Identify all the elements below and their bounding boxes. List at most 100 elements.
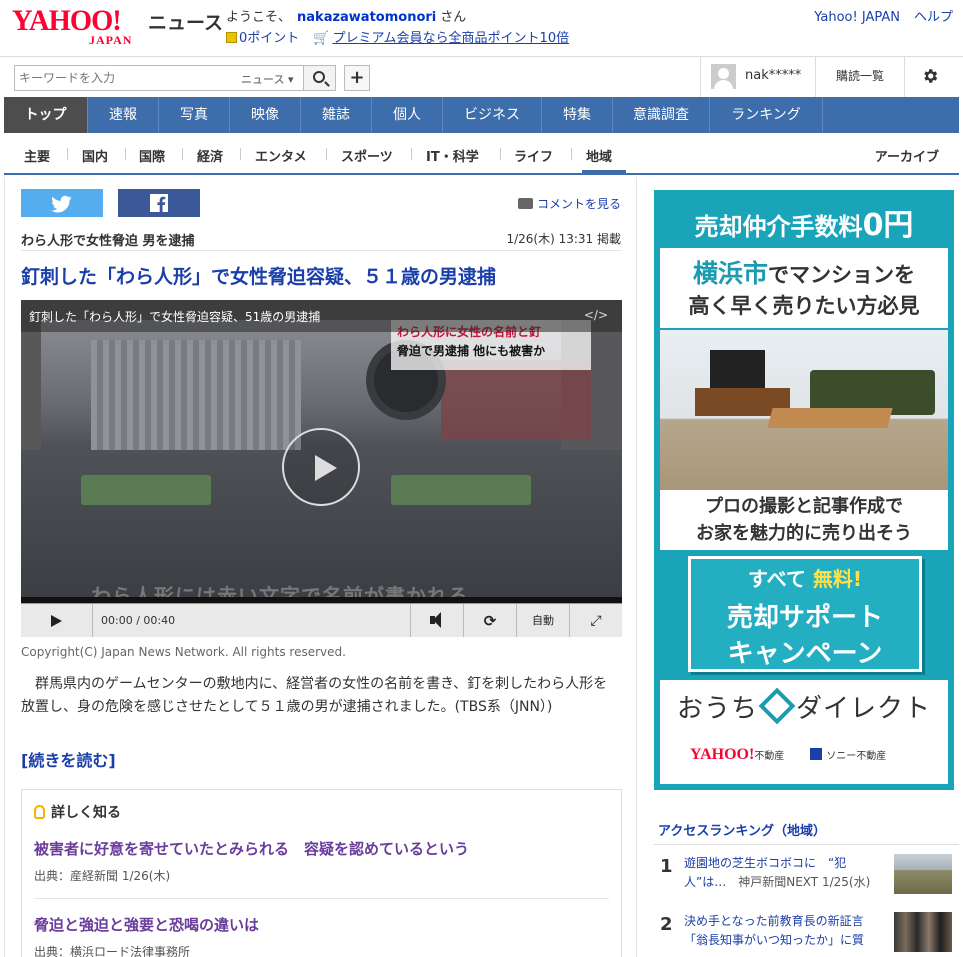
category-divider (411, 148, 412, 160)
tab-photos[interactable]: 写真 (159, 97, 230, 133)
category-life[interactable]: ライフ (514, 146, 553, 165)
ad-sponsor-yahoo: YAHOO! (690, 746, 755, 763)
learn-more-title-label: 詳しく知る (51, 805, 121, 821)
divider (21, 250, 622, 251)
twitter-icon (51, 195, 72, 213)
ranking-item[interactable]: 2 決め手となった前教育長の新証言「翁長知事がいつ知ったか」に質 (654, 908, 959, 957)
ad-message-panel: 横浜市でマンションを 高く早く売りたい方必見 (660, 248, 948, 328)
ranking-item[interactable]: 1 遊園地の芝生ボコボコに “犯人”は… 神戸新聞NEXT 1/25(水) (654, 850, 959, 906)
ranking-item-text[interactable]: 遊園地の芝生ボコボコに “犯人”は… 神戸新聞NEXT 1/25(水) (684, 854, 884, 892)
search-icon (313, 71, 325, 83)
main-nav: トップ 速報 写真 映像 雑誌 個人 ビジネス 特集 意識調査 ランキング (4, 97, 959, 133)
ad-brand-panel: おうち ダイレクト YAHOO!不動産 ソニー不動産 (660, 680, 948, 784)
tab-video[interactable]: 映像 (230, 97, 301, 133)
search-scope-select[interactable]: ニュース ▾ (241, 71, 293, 87)
learn-more-item-title[interactable]: 脅迫と強迫と強要と恐喝の違いは (34, 914, 609, 935)
search-input[interactable] (19, 69, 229, 87)
tab-top[interactable]: トップ (4, 97, 88, 133)
learn-more-item-source: 出典：横浜ロード法律事務所 (34, 945, 191, 957)
video-title-bar: 釘刺した「わら人形」で女性脅迫容疑、51歳の男逮捕 </> (21, 300, 622, 332)
ad-brand-left: おうち (676, 694, 758, 724)
search-button[interactable] (304, 65, 336, 91)
user-name[interactable]: nak***** (745, 68, 801, 83)
category-domestic[interactable]: 国内 (82, 146, 108, 165)
category-divider (67, 148, 68, 160)
welcome-suffix: さん (440, 10, 467, 25)
category-divider (571, 148, 572, 160)
category-entertainment[interactable]: エンタメ (255, 146, 307, 165)
twitter-share-button[interactable] (21, 189, 103, 217)
sidebar-ad-banner[interactable]: 売却仲介手数料0円 横浜市でマンションを 高く早く売りたい方必見 プロの撮影と記… (654, 190, 954, 790)
ad-photo-tv (710, 350, 765, 388)
learn-more-item[interactable]: 被害者に好意を寄せていたとみられる 容疑を認めているという 出典：産経新聞 1/… (34, 838, 609, 884)
category-main[interactable]: 主要 (24, 146, 50, 165)
divider (34, 898, 609, 899)
auto-quality-button[interactable]: 自動 (517, 604, 570, 637)
category-local[interactable]: 地域 (586, 146, 612, 165)
tab-business[interactable]: ビジネス (443, 97, 542, 133)
video-player[interactable]: わら人形に女性の名前と釘 脅迫で男逮捕 他にも被害か わら人形には赤い文字で名前… (21, 300, 622, 637)
ad-headline: 売却仲介手数料0円 (654, 200, 954, 244)
tab-individual[interactable]: 個人 (372, 97, 443, 133)
ad-sponsor-sony: ソニー不動産 (826, 751, 887, 762)
avatar[interactable] (711, 64, 736, 89)
category-economy[interactable]: 経済 (197, 146, 223, 165)
gear-icon[interactable] (921, 67, 939, 85)
ranking-thumbnail[interactable] (894, 854, 952, 894)
reading-list-link[interactable]: 購読一覧 (815, 57, 905, 97)
category-international[interactable]: 国際 (139, 146, 165, 165)
ranking-number: 2 (660, 914, 673, 935)
tab-survey[interactable]: 意識調査 (613, 97, 710, 133)
comments-link[interactable]: コメントを見る (517, 195, 621, 212)
ranking-item-source: 神戸新聞NEXT 1/25(水) (738, 875, 871, 889)
video-controls: 00:00 / 00:40 ⟳ 自動 ⤢ (21, 603, 622, 637)
fullscreen-icon[interactable]: ⤢ (570, 604, 622, 637)
video-frame-curb (391, 475, 531, 505)
tab-breaking[interactable]: 速報 (88, 97, 159, 133)
help-link[interactable]: ヘルプ (914, 10, 953, 25)
yahoo-japan-link[interactable]: Yahoo! JAPAN (814, 10, 900, 25)
ranking-item-text[interactable]: 決め手となった前教育長の新証言「翁長知事がいつ知ったか」に質 (684, 912, 884, 950)
play-icon[interactable] (21, 604, 93, 637)
read-more-link[interactable]: [続きを読む] (21, 747, 116, 771)
article-headline: 釘刺した「わら人形」で女性脅迫容疑、５１歳の男逮捕 (21, 266, 497, 288)
article-sub-headline: わら人形で女性脅迫 男を逮捕 (21, 234, 195, 249)
ad-brand-right: ダイレクト (796, 694, 932, 724)
ad-cta-line3: キャンペーン (727, 639, 883, 669)
category-it-science[interactable]: IT・科学 (426, 146, 479, 165)
ranking-title[interactable]: アクセスランキング（地域） (658, 820, 826, 839)
points-link[interactable]: 0ポイント (239, 31, 299, 46)
ranking-thumbnail[interactable] (894, 912, 952, 952)
facebook-share-button[interactable] (118, 189, 200, 217)
facebook-icon (150, 194, 168, 212)
category-nav: 主要 国内 国際 経済 エンタメ スポーツ IT・科学 ライフ 地域 アーカイブ (4, 133, 959, 175)
logo-text: YAHOO! (12, 4, 122, 37)
user-area: nak***** 購読一覧 (700, 57, 963, 97)
lightbulb-icon (34, 805, 45, 819)
cart-icon: 🛒 (313, 31, 330, 46)
tab-magazine[interactable]: 雑誌 (301, 97, 372, 133)
yahoo-japan-logo[interactable]: YAHOO! JAPAN (12, 4, 147, 48)
tab-features[interactable]: 特集 (542, 97, 613, 133)
ranking-item-title[interactable]: 決め手となった前教育長の新証言「翁長知事がいつ知ったか」に質 (684, 914, 864, 947)
play-overlay-button[interactable] (282, 428, 360, 506)
ad-brand-mark-icon (758, 687, 796, 725)
ad-line2: 高く早く売りたい方必見 (688, 294, 920, 318)
username[interactable]: nakazawatomonori (297, 10, 436, 25)
volume-icon[interactable] (411, 604, 464, 637)
add-button[interactable]: + (344, 65, 370, 91)
embed-code-icon[interactable]: </> (584, 308, 608, 322)
comments-link-label: コメントを見る (536, 197, 621, 211)
archive-link[interactable]: アーカイブ (875, 146, 939, 165)
quality-icon[interactable]: ⟳ (464, 604, 517, 637)
premium-link[interactable]: プレミアム会員なら全商品ポイント10倍 (332, 31, 569, 46)
tab-ranking[interactable]: ランキング (710, 97, 823, 133)
learn-more-item[interactable]: 脅迫と強迫と強要と恐喝の違いは 出典：横浜ロード法律事務所 (34, 914, 609, 957)
video-controls-spacer (93, 604, 411, 637)
category-sports[interactable]: スポーツ (341, 146, 393, 165)
ad-brand-logo: おうち ダイレクト (660, 687, 948, 725)
service-name[interactable]: ニュース (148, 8, 223, 35)
ad-room-photo (660, 330, 948, 490)
learn-more-item-title[interactable]: 被害者に好意を寄せていたとみられる 容疑を認めているという (34, 838, 609, 859)
sony-logo-icon (810, 748, 823, 760)
